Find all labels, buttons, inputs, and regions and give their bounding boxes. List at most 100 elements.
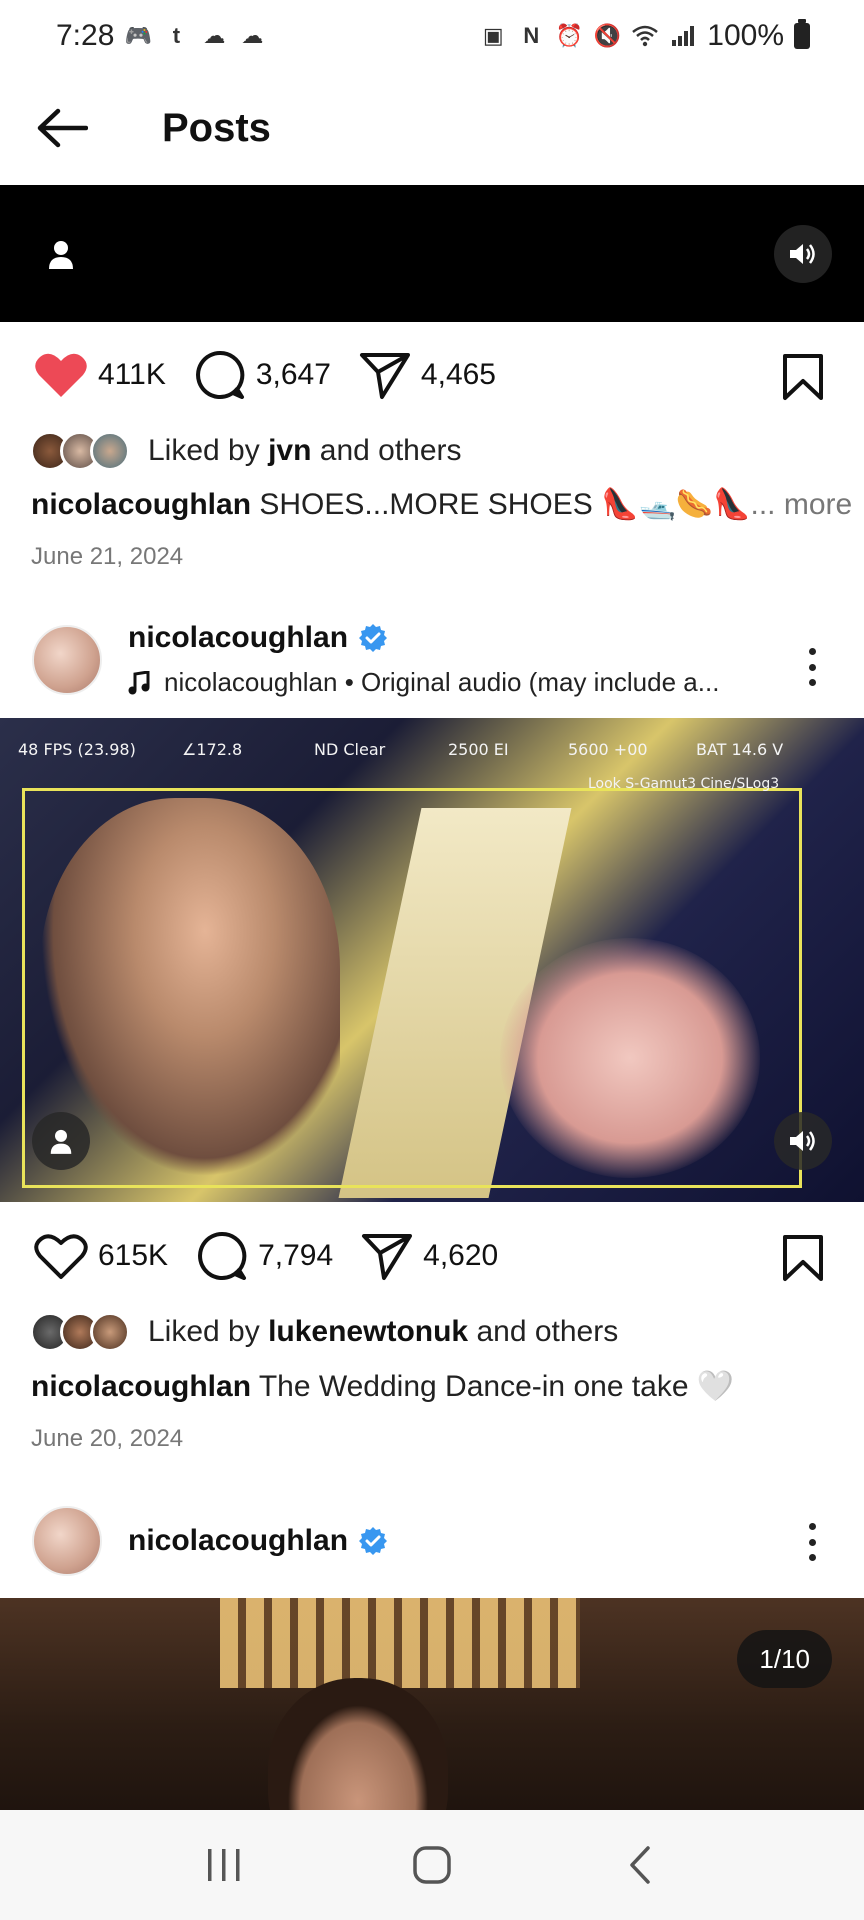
battery-saver-icon: ▣ [482, 23, 504, 48]
top-app-bar: Posts [0, 72, 864, 184]
overlay-ei: 2500 EI [448, 740, 509, 759]
post-1-caption: nicolacoughlan SHOES...MORE SHOES 👠🛥️🌭👠.… [31, 487, 852, 522]
post-2-liked-by[interactable]: Liked by lukenewtonuk and others [30, 1307, 618, 1357]
post-1-date: June 21, 2024 [31, 543, 184, 570]
photo-organ-pipes [220, 1598, 580, 1688]
liker-avatars [30, 431, 130, 471]
bookmark-icon [783, 1235, 823, 1281]
battery-icon [794, 19, 810, 49]
photo-person [268, 1678, 448, 1810]
like-button[interactable]: 615K [34, 1232, 168, 1280]
signal-icon [669, 22, 697, 50]
post-3-header: nicolacoughlan [0, 1497, 864, 1587]
heart-outline-icon [34, 1234, 88, 1279]
music-note-icon [128, 670, 150, 694]
avatar [90, 431, 130, 471]
alarm-icon: ⏰ [555, 23, 583, 48]
battery-percentage: 100% [707, 19, 784, 52]
post-2-date: June 20, 2024 [31, 1425, 184, 1452]
send-icon [362, 1234, 413, 1280]
audio-text: nicolacoughlan • Original audio (may inc… [164, 667, 720, 697]
liked-by-suffix: and others [311, 434, 462, 467]
status-time: 7:28 [56, 19, 115, 52]
cloud-icon: ☁ [203, 23, 226, 48]
liked-by-prefix: Liked by [148, 434, 269, 467]
overlay-fps: 48 FPS (23.98) [18, 740, 136, 759]
overlay-bat: BAT 14.6 V [696, 740, 784, 759]
system-back-button[interactable] [600, 1825, 680, 1905]
share-count: 4,465 [420, 358, 496, 391]
caption-text: SHOES...MORE SHOES 👠🛥️🌭👠 [251, 488, 751, 521]
speaker-icon [790, 244, 815, 264]
system-navigation-bar [0, 1810, 864, 1920]
wifi-icon [631, 22, 659, 50]
overlay-wb: 5600 +00 [568, 740, 648, 759]
avatar[interactable] [32, 1506, 102, 1576]
status-left: 7:28 🎮 t ☁ ☁ [56, 19, 266, 53]
post-1-media[interactable] [0, 185, 864, 322]
share-count: 4,620 [423, 1239, 499, 1272]
speaker-icon [790, 1131, 815, 1151]
overlay-nd: ND Clear [314, 740, 386, 759]
like-button[interactable]: 411K [34, 351, 166, 399]
kebab-dot [808, 648, 816, 655]
post-username[interactable]: nicolacoughlan [128, 621, 388, 655]
post-3-carousel-image[interactable]: 1/10 [0, 1598, 864, 1810]
liked-by-user[interactable]: lukenewtonuk [268, 1315, 468, 1349]
comment-button[interactable]: 3,647 [194, 349, 331, 401]
post-1-liked-by[interactable]: Liked by jvn and others [30, 426, 462, 476]
home-icon [413, 1846, 451, 1884]
save-button[interactable] [782, 353, 824, 406]
like-count: 615K [98, 1239, 169, 1272]
kebab-dot [808, 1523, 816, 1530]
username-text: nicolacoughlan [128, 1524, 349, 1557]
back-button[interactable] [32, 98, 92, 158]
comment-count: 7,794 [258, 1239, 334, 1272]
post-username[interactable]: nicolacoughlan [128, 1524, 388, 1558]
chevron-left-icon [630, 1846, 650, 1884]
page-title: Posts [162, 105, 271, 150]
comment-icon [195, 350, 245, 399]
comment-count: 3,647 [255, 358, 331, 391]
post-2-caption: nicolacoughlan The Wedding Dance-in one … [31, 1369, 734, 1404]
camera-frame-guide [22, 788, 802, 1188]
recent-apps-button[interactable] [184, 1825, 264, 1905]
send-icon [359, 353, 410, 399]
liked-by-user[interactable]: jvn [268, 434, 311, 468]
mute-toggle-button[interactable] [774, 225, 832, 283]
tagged-people-button[interactable] [32, 1112, 90, 1170]
share-button[interactable]: 4,465 [359, 350, 496, 400]
overlay-look: Look S-Gamut3 Cine/SLog3 [588, 776, 780, 792]
back-arrow-icon [37, 108, 88, 148]
carousel-counter: 1/10 [737, 1630, 832, 1688]
tumblr-icon: t [172, 23, 181, 48]
home-button[interactable] [392, 1825, 472, 1905]
kebab-dot [808, 1554, 816, 1561]
kebab-dot [808, 679, 816, 686]
more-options-button[interactable] [800, 1517, 824, 1567]
username-text: nicolacoughlan [128, 621, 349, 654]
caption-more-link[interactable]: ... more [751, 488, 853, 521]
nfc-icon: N [523, 23, 540, 48]
comment-icon [198, 1231, 247, 1280]
overlay-shutter: ∠172.8 [182, 740, 243, 759]
audio-attribution[interactable]: nicolacoughlan • Original audio (may inc… [128, 667, 719, 698]
caption-username[interactable]: nicolacoughlan [31, 488, 251, 521]
liked-by-suffix: and others [468, 1315, 619, 1348]
person-icon [49, 241, 73, 269]
bookmark-icon [783, 354, 823, 400]
more-options-button[interactable] [800, 642, 824, 692]
comment-button[interactable]: 7,794 [196, 1230, 333, 1282]
kebab-dot [808, 663, 816, 671]
tagged-people-button[interactable] [32, 225, 90, 283]
liked-by-prefix: Liked by [148, 1315, 269, 1348]
mute-icon: 🔇 [593, 23, 621, 48]
caption-username[interactable]: nicolacoughlan [31, 1370, 251, 1403]
avatar[interactable] [32, 625, 102, 695]
post-2-video[interactable]: 48 FPS (23.98) ∠172.8 ND Clear 2500 EI 5… [0, 718, 864, 1202]
save-button[interactable] [782, 1234, 824, 1287]
share-button[interactable]: 4,620 [361, 1231, 498, 1281]
post-2-actions: 615K 7,794 4,620 [0, 1216, 864, 1296]
mute-toggle-button[interactable] [774, 1112, 832, 1170]
caption-text: The Wedding Dance-in one take 🤍 [251, 1370, 735, 1403]
